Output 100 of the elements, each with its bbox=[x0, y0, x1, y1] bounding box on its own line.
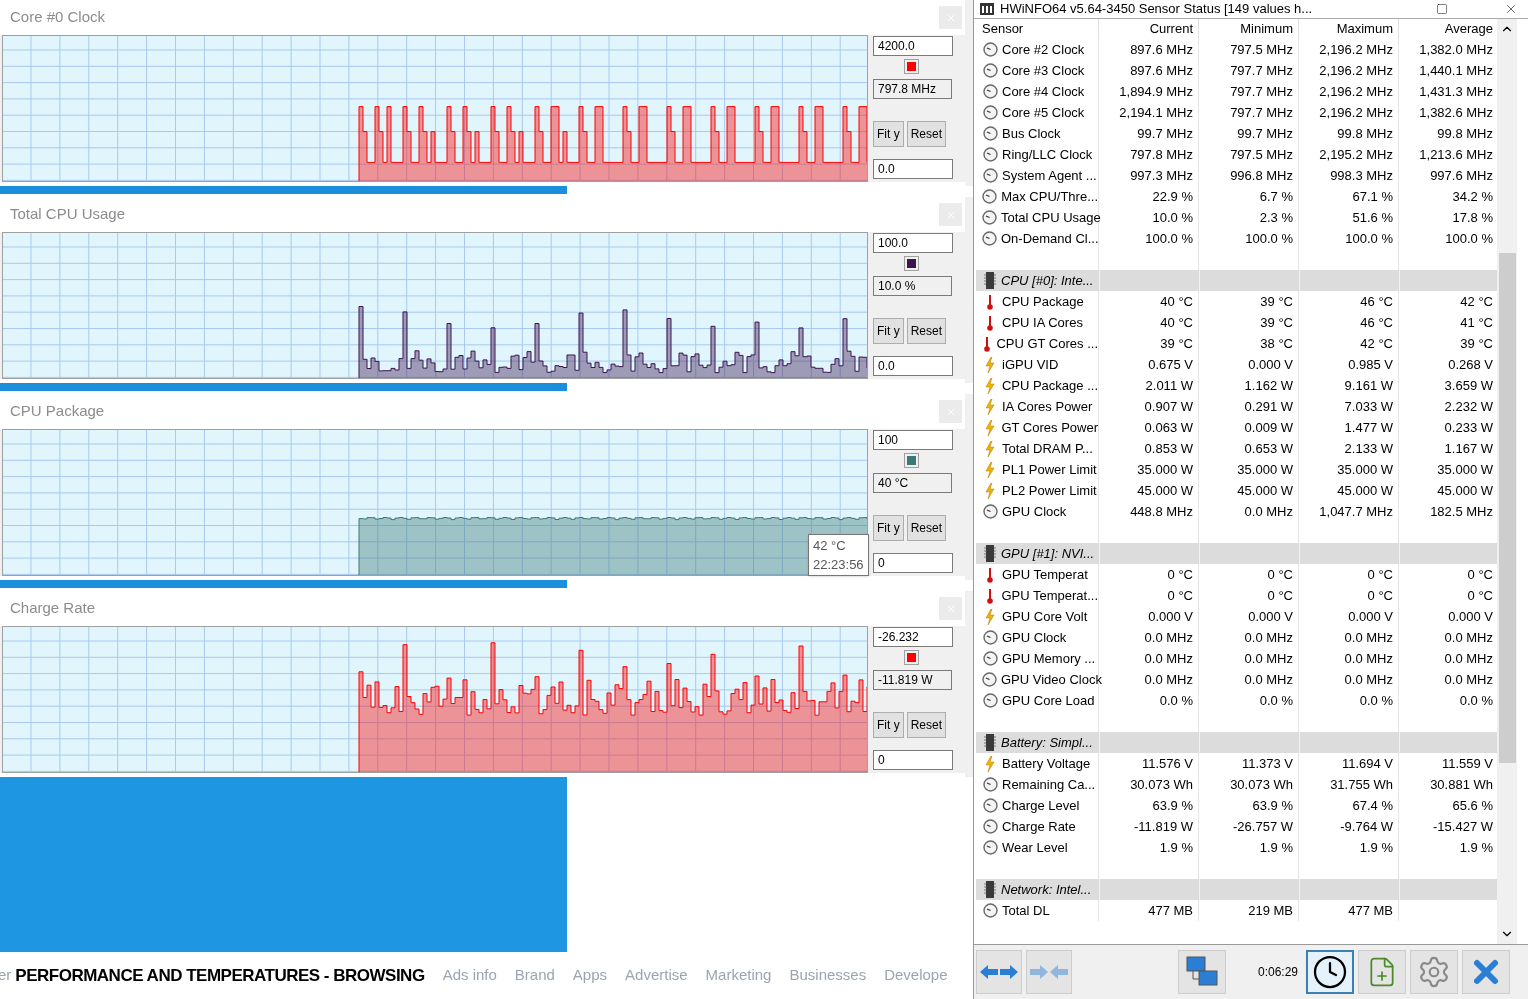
sensor-value: 35.000 W bbox=[1137, 460, 1193, 479]
sensor-value: 0.675 V bbox=[1148, 355, 1193, 374]
clock-icon bbox=[982, 42, 998, 57]
sensor-value: 1.9 % bbox=[1259, 838, 1293, 857]
sensor-value: 0 °C bbox=[1167, 565, 1193, 584]
clock-icon bbox=[982, 840, 998, 855]
fit-y-button[interactable]: Fit y bbox=[873, 515, 904, 541]
sensor-name: Ring/LLC Clock bbox=[1002, 145, 1093, 164]
sensor-value: 42 °C bbox=[1460, 292, 1493, 311]
sensor-name: GT Cores Power bbox=[1001, 418, 1098, 437]
lightning-icon bbox=[985, 356, 995, 373]
sensor-name: GPU Temperat... bbox=[1001, 586, 1098, 605]
sensor-name: Total DL bbox=[1002, 901, 1050, 920]
fit-y-button[interactable]: Fit y bbox=[873, 318, 904, 344]
clock-icon bbox=[982, 672, 997, 687]
settings-button[interactable] bbox=[1410, 950, 1459, 994]
sensor-value: 1,047.7 MHz bbox=[1319, 502, 1393, 521]
sensor-value: 7.033 W bbox=[1344, 397, 1393, 416]
sensor-value: 2.232 W bbox=[1444, 397, 1493, 416]
close-button[interactable] bbox=[1462, 950, 1511, 994]
sensor-value: 10.0 % bbox=[1152, 208, 1193, 227]
sensor-value: 0.853 W bbox=[1144, 439, 1193, 458]
max-field[interactable]: 100 bbox=[873, 430, 953, 450]
sensor-value: 11.576 V bbox=[1141, 754, 1193, 773]
scrollbar[interactable] bbox=[1497, 19, 1517, 944]
restore-icon[interactable] bbox=[1436, 3, 1448, 15]
sensor-value: 1,894.9 MHz bbox=[1119, 82, 1193, 101]
graph-title: Total CPU Usage bbox=[10, 204, 127, 225]
max-field[interactable]: -26.232 bbox=[873, 627, 953, 647]
sensor-value: 11.373 V bbox=[1241, 754, 1293, 773]
clock-icon bbox=[982, 189, 998, 204]
fit-y-button[interactable]: Fit y bbox=[873, 121, 904, 147]
sensor-value: 1,213.6 MHz bbox=[1419, 145, 1493, 164]
sensor-value: 1.167 W bbox=[1444, 439, 1493, 458]
color-swatch[interactable] bbox=[904, 453, 919, 468]
sensor-value: 30.073 Wh bbox=[1130, 775, 1193, 794]
sensor-name: CPU Package bbox=[1002, 292, 1084, 311]
reset-button[interactable]: Reset bbox=[906, 318, 947, 344]
timer-button[interactable] bbox=[1306, 950, 1355, 994]
sensor-value: 0 °C bbox=[1267, 565, 1293, 584]
fit-y-button[interactable]: Fit y bbox=[873, 712, 904, 738]
min-field[interactable]: 0 bbox=[873, 553, 953, 573]
sensor-value: 2,196.2 MHz bbox=[1319, 61, 1393, 80]
sensor-value: 897.6 MHz bbox=[1130, 61, 1193, 80]
sensor-value: 0 °C bbox=[1467, 586, 1493, 605]
sensor-value: 0.0 MHz bbox=[1344, 670, 1393, 689]
clock-icon bbox=[982, 210, 997, 225]
sensor-value: 39 °C bbox=[1460, 334, 1493, 353]
sensor-value: 99.8 MHz bbox=[1437, 124, 1493, 143]
sensor-value: 1.9 % bbox=[1359, 838, 1393, 857]
reset-button[interactable]: Reset bbox=[906, 515, 947, 541]
sensor-value: 897.6 MHz bbox=[1130, 40, 1193, 59]
report-button[interactable] bbox=[1358, 950, 1407, 994]
sensor-value: 65.6 % bbox=[1452, 796, 1493, 815]
current-reading: 797.8 MHz bbox=[873, 79, 952, 99]
sensor-value: 1,431.3 MHz bbox=[1419, 82, 1493, 101]
thermometer-icon bbox=[986, 566, 994, 583]
color-swatch[interactable] bbox=[904, 59, 919, 74]
sensor-name: Total CPU Usage bbox=[1001, 208, 1101, 227]
thermometer-icon bbox=[985, 587, 994, 604]
color-swatch[interactable] bbox=[904, 256, 919, 271]
arrows-button[interactable] bbox=[976, 950, 1022, 994]
reset-button[interactable]: Reset bbox=[906, 712, 947, 738]
sensor-name: CPU GT Cores ... bbox=[996, 334, 1098, 353]
sensor-name: Bus Clock bbox=[1002, 124, 1061, 143]
sensor-value: 35.000 W bbox=[1337, 460, 1393, 479]
sensor-value: 0.000 V bbox=[1248, 607, 1293, 626]
sensor-name: CPU Package ... bbox=[1001, 376, 1098, 395]
clock-icon bbox=[982, 777, 998, 792]
sensor-value: 0.0 MHz bbox=[1344, 649, 1393, 668]
clock-icon bbox=[982, 693, 998, 708]
max-field[interactable]: 100.0 bbox=[873, 233, 953, 253]
min-field[interactable]: 0 bbox=[873, 750, 953, 770]
sensor-value: 0.063 W bbox=[1144, 418, 1193, 437]
sensor-value: -11.819 W bbox=[1134, 817, 1193, 836]
sensor-value: 0.0 % bbox=[1259, 691, 1293, 710]
sensor-value: 0.985 V bbox=[1348, 355, 1393, 374]
sensor-value: 1.9 % bbox=[1159, 838, 1193, 857]
min-field[interactable]: 0.0 bbox=[873, 159, 953, 179]
max-field[interactable]: 4200.0 bbox=[873, 36, 953, 56]
sensor-value: 40 °C bbox=[1160, 292, 1193, 311]
sensor-value: 0.233 W bbox=[1444, 418, 1493, 437]
sensor-value: 2,196.2 MHz bbox=[1319, 103, 1393, 122]
sensor-name: Total DRAM P... bbox=[1002, 439, 1093, 458]
sensor-name: Max CPU/Thre... bbox=[1001, 187, 1098, 206]
close-icon[interactable] bbox=[1504, 2, 1518, 16]
sensor-name: GPU Core Load bbox=[1002, 691, 1095, 710]
lightning-icon bbox=[985, 461, 995, 478]
color-swatch[interactable] bbox=[904, 650, 919, 665]
network-button[interactable] bbox=[1178, 950, 1226, 994]
sensor-value: 0.0 MHz bbox=[1144, 670, 1193, 689]
sensor-value: 1,382.6 MHz bbox=[1419, 103, 1493, 122]
sensor-value: 0.0 % bbox=[1359, 691, 1393, 710]
clock-icon bbox=[982, 105, 998, 120]
clock-icon bbox=[982, 504, 998, 519]
reset-button[interactable]: Reset bbox=[906, 121, 947, 147]
sensor-value: 35.000 W bbox=[1237, 460, 1293, 479]
sensor-value: 219 MB bbox=[1248, 901, 1293, 920]
sensor-value: 0.291 W bbox=[1244, 397, 1293, 416]
min-field[interactable]: 0.0 bbox=[873, 356, 953, 376]
